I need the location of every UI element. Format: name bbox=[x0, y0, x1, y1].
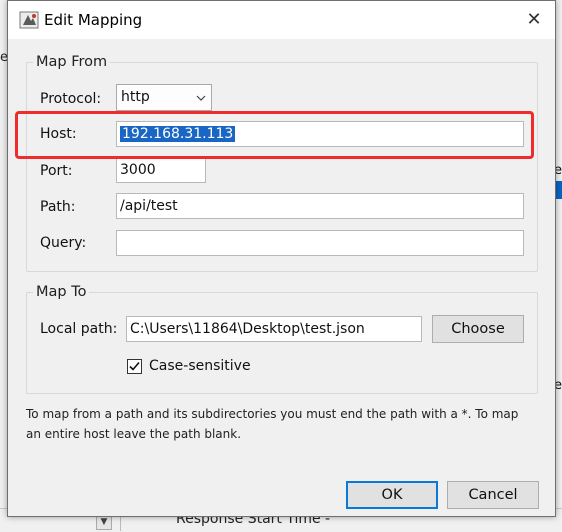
protocol-value: http bbox=[121, 89, 150, 105]
case-sensitive-checkbox[interactable] bbox=[127, 359, 142, 374]
path-label: Path: bbox=[40, 199, 76, 215]
host-highlight-annotation bbox=[15, 111, 534, 159]
case-sensitive-label[interactable]: Case-sensitive bbox=[149, 358, 251, 374]
local-path-label: Local path: bbox=[40, 321, 118, 337]
port-input[interactable]: 3000 bbox=[116, 157, 206, 183]
map-to-legend: Map To bbox=[36, 284, 87, 300]
path-hint-text: To map from a path and its subdirectorie… bbox=[26, 407, 519, 441]
local-path-input[interactable]: C:\Users\11864\Desktop\test.json bbox=[126, 316, 422, 342]
query-input[interactable] bbox=[116, 230, 524, 256]
port-label: Port: bbox=[40, 163, 73, 179]
title-bar[interactable]: Edit Mapping ✕ bbox=[8, 1, 555, 39]
protocol-select[interactable]: http bbox=[116, 84, 212, 111]
cancel-button[interactable]: Cancel bbox=[447, 481, 539, 509]
ok-button[interactable]: OK bbox=[346, 481, 438, 509]
close-icon[interactable]: ✕ bbox=[519, 6, 549, 34]
chevron-down-icon bbox=[196, 91, 206, 101]
dialog-title: Edit Mapping bbox=[44, 11, 143, 29]
protocol-label: Protocol: bbox=[40, 91, 102, 107]
query-label: Query: bbox=[40, 235, 87, 251]
app-icon bbox=[19, 10, 39, 30]
path-input[interactable]: /api/test bbox=[116, 193, 524, 219]
map-from-legend: Map From bbox=[36, 54, 108, 70]
choose-button[interactable]: Choose bbox=[432, 315, 524, 343]
